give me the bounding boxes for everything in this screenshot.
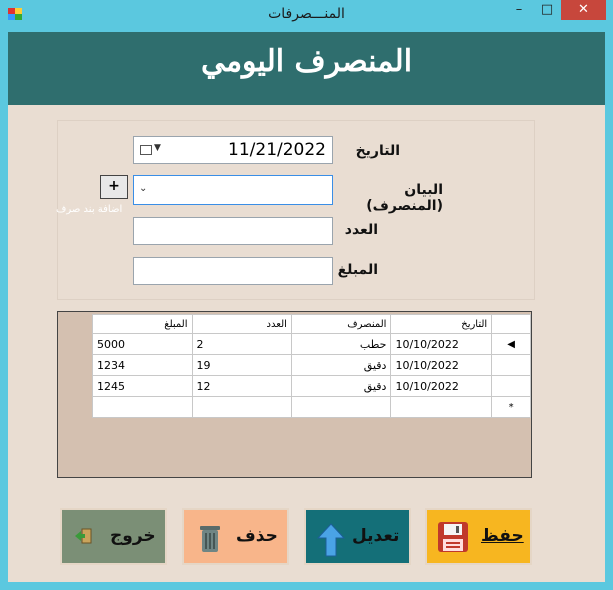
new-row[interactable]: * <box>92 396 531 418</box>
save-label: حفظ <box>481 526 524 546</box>
cell-date[interactable]: 10/10/2022 <box>390 354 493 376</box>
column-header-amount[interactable]: المبلغ <box>92 314 193 334</box>
column-header-item[interactable]: المنصرف <box>290 314 392 334</box>
cell-item[interactable]: حطب <box>290 333 392 355</box>
date-picker[interactable]: ▼ 11/21/2022 <box>133 136 333 164</box>
exit-label: خروج <box>110 526 156 546</box>
window-frame: المنـــصرفات – □ ✕ المنصرف اليومي التاري… <box>0 0 613 590</box>
cell-item[interactable]: دقيق <box>290 354 392 376</box>
minimize-button[interactable]: – <box>506 0 532 20</box>
cell-date[interactable]: 10/10/2022 <box>390 375 493 397</box>
expenses-table[interactable]: التاريخ المنصرف العدد المبلغ ◀ 10/10/202… <box>92 314 531 418</box>
amount-field[interactable] <box>133 257 333 285</box>
cell-amount[interactable]: 1234 <box>92 354 193 376</box>
edit-label: تعديل <box>352 526 400 546</box>
calendar-icon[interactable] <box>140 145 152 155</box>
row-header-corner[interactable] <box>491 314 531 334</box>
expenses-grid[interactable]: التاريخ المنصرف العدد المبلغ ◀ 10/10/202… <box>57 311 532 478</box>
row-header[interactable] <box>491 375 531 397</box>
edit-button[interactable]: تعديل <box>304 508 411 565</box>
cell-count[interactable]: 12 <box>191 375 292 397</box>
page-title: المنصرف اليومي <box>200 44 413 79</box>
cell-amount[interactable]: 5000 <box>92 333 193 355</box>
cell-count[interactable]: 19 <box>191 354 292 376</box>
new-row-icon[interactable]: * <box>491 396 531 418</box>
row-header[interactable] <box>491 354 531 376</box>
count-label: العدد <box>344 222 378 238</box>
table-row[interactable]: 10/10/2022 دقيق 19 1234 <box>92 354 531 376</box>
add-item-hint: اضافة بند صرف <box>56 204 123 215</box>
item-combobox[interactable]: ⌄ <box>133 175 333 205</box>
cell-item[interactable] <box>290 396 392 418</box>
header-banner: المنصرف اليومي <box>8 32 605 105</box>
trash-icon <box>200 526 220 552</box>
column-header-date[interactable]: التاريخ <box>390 314 493 334</box>
table-header-row: التاريخ المنصرف العدد المبلغ <box>92 314 531 334</box>
client-area: المنصرف اليومي التاريخ ▼ 11/21/2022 البي… <box>8 32 605 582</box>
current-row-icon[interactable]: ◀ <box>491 333 531 355</box>
maximize-button[interactable]: □ <box>534 0 560 20</box>
arrow-up-icon <box>316 523 346 557</box>
date-value: 11/21/2022 <box>228 140 326 160</box>
exit-button[interactable]: خروج <box>60 508 167 565</box>
table-row[interactable]: 10/10/2022 دقيق 12 1245 <box>92 375 531 397</box>
date-label: التاريخ <box>355 143 400 159</box>
cell-date[interactable]: 10/10/2022 <box>390 333 493 355</box>
chevron-down-icon[interactable]: ⌄ <box>139 183 147 194</box>
delete-label: حذف <box>236 526 278 546</box>
floppy-disk-icon <box>438 522 468 552</box>
cell-count[interactable] <box>191 396 292 418</box>
cell-amount[interactable] <box>92 396 193 418</box>
dropdown-arrow-icon[interactable]: ▼ <box>154 143 161 153</box>
amount-label: المبلغ <box>337 262 378 278</box>
cell-item[interactable]: دقيق <box>290 375 392 397</box>
save-button[interactable]: حفظ <box>425 508 532 565</box>
exit-door-icon <box>75 528 92 544</box>
title-bar[interactable]: المنـــصرفات – □ ✕ <box>0 0 613 32</box>
cell-amount[interactable]: 1245 <box>92 375 193 397</box>
cell-count[interactable]: 2 <box>191 333 292 355</box>
column-header-count[interactable]: العدد <box>191 314 292 334</box>
delete-button[interactable]: حذف <box>182 508 289 565</box>
table-row[interactable]: ◀ 10/10/2022 حطب 2 5000 <box>92 333 531 355</box>
item-label: البيان (المنصرف) <box>366 182 443 214</box>
cell-date[interactable] <box>390 396 493 418</box>
add-item-button[interactable]: + <box>100 175 128 199</box>
close-button[interactable]: ✕ <box>561 0 606 20</box>
count-field[interactable] <box>133 217 333 245</box>
